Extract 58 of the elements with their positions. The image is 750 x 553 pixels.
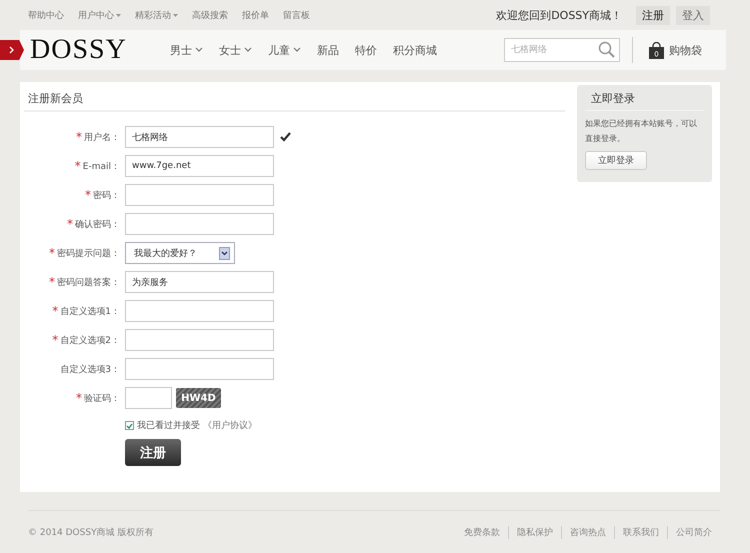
top-link[interactable]: 报价单 [242, 8, 269, 22]
copyright-text: © 2014 DOSSY商城 版权所有 [28, 526, 154, 539]
login-button[interactable]: 立即登录 [585, 151, 647, 170]
field-label: 自定义选项2： [60, 334, 120, 346]
required-mark: * [67, 217, 73, 231]
field-label: 确认密码： [75, 218, 120, 230]
agreement-text: 我已看过并接受 [137, 420, 200, 432]
text-field[interactable] [125, 358, 274, 380]
text-field[interactable] [125, 184, 274, 206]
nav-item[interactable]: 男士 [170, 42, 203, 58]
nav-item[interactable]: 新品 [317, 42, 339, 58]
account-button[interactable]: 登入 [676, 6, 710, 24]
field-label: E-mail： [82, 160, 120, 172]
search-field[interactable]: 七格网络 [504, 38, 620, 62]
text-field[interactable]: 七格网络 [125, 126, 274, 148]
top-link[interactable]: 精彩活动 [135, 8, 178, 22]
account-button[interactable]: 注册 [636, 6, 670, 24]
register-button[interactable]: 注册 [125, 439, 181, 466]
search-icon[interactable] [598, 41, 615, 58]
login-title: 立即登录 [585, 91, 704, 111]
captcha-field[interactable] [125, 387, 172, 409]
required-mark: * [74, 159, 81, 173]
top-link[interactable]: 高级搜索 [192, 8, 228, 22]
captcha-image[interactable]: HW4D [176, 388, 221, 408]
nav-item[interactable]: 积分商城 [393, 42, 437, 58]
text-field[interactable] [125, 300, 274, 322]
required-mark: * [85, 188, 91, 202]
text-field[interactable]: 为亲服务 [125, 271, 274, 293]
welcome-text: 欢迎您回到DOSSY商城！ [496, 8, 622, 22]
top-link[interactable]: 留言板 [283, 8, 310, 22]
cart-label[interactable]: 购物袋 [669, 42, 702, 58]
question-dropdown[interactable]: 我最大的爱好？ [125, 242, 235, 264]
field-label: 自定义选项1： [60, 306, 120, 318]
field-label: 验证码： [84, 392, 120, 404]
field-label: 密码问题答案： [57, 276, 120, 288]
required-mark: * [52, 333, 58, 347]
required-mark: * [52, 304, 58, 318]
field-label: 用户名： [84, 132, 120, 144]
required-mark: * [76, 391, 82, 405]
text-field[interactable] [125, 213, 274, 235]
login-hint: 如果您已经拥有本站账号，可以直接登录。 [585, 118, 698, 145]
required-mark: * [76, 130, 82, 144]
logo[interactable]: DOSSY [30, 34, 154, 66]
agreement-checkbox[interactable] [125, 421, 134, 430]
required-mark: * [49, 275, 55, 289]
field-label: 密码： [93, 190, 120, 202]
top-link[interactable]: 用户中心 [78, 8, 121, 22]
top-link[interactable]: 帮助中心 [28, 8, 64, 22]
nav-item[interactable]: 儿童 [268, 42, 301, 58]
agreement-link[interactable]: 《用户协议》 [203, 419, 257, 432]
nav-item[interactable]: 女士 [219, 42, 252, 58]
nav-item[interactable]: 特价 [355, 42, 377, 58]
required-mark: * [49, 246, 55, 260]
form-title: 注册新会员 [24, 86, 565, 112]
text-field[interactable] [125, 329, 274, 351]
text-field[interactable]: www.7ge.net [125, 155, 274, 177]
field-label: 密码提示问题： [57, 248, 120, 260]
field-label: 自定义选项3： [60, 364, 120, 376]
